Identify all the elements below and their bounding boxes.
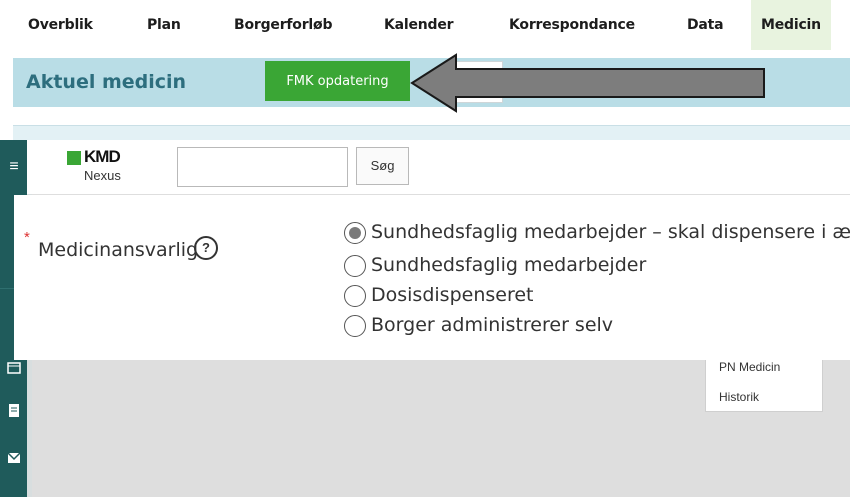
radio-icon[interactable] [344,254,366,277]
top-navigation: Overblik Plan Borgerforløb Kalender Korr… [0,0,850,50]
nexus-toolbar: KMD Nexus Søg [0,140,850,195]
nav-item-borgerforloeb[interactable]: Borgerforløb [234,0,332,50]
mail-icon[interactable] [7,452,21,467]
radio-option-citizen-self[interactable]: Borger administrerer selv [344,314,613,337]
search-input[interactable] [177,147,348,187]
nav-item-plan[interactable]: Plan [147,0,181,50]
logo-sub: Nexus [84,168,121,183]
radio-label: Sundhedsfaglig medarbejder – skal dispen… [371,221,850,243]
nav-item-kalender[interactable]: Kalender [384,0,454,50]
nav-item-overblik[interactable]: Overblik [28,0,93,50]
dropdown-item-pn-medicin[interactable]: PN Medicin [719,360,780,374]
logo-square-icon [67,151,81,165]
dropdown-item-historik[interactable]: Historik [719,390,759,404]
radio-icon[interactable] [344,314,366,337]
radio-label: Sundhedsfaglig medarbejder [371,254,647,276]
search-button[interactable]: Søg [356,147,409,185]
page-title: Aktuel medicin [26,71,187,93]
annotation-arrow-icon [410,53,765,113]
radio-label: Dosisdispenseret [371,284,534,306]
radio-option-health-worker[interactable]: Sundhedsfaglig medarbejder [344,254,646,277]
calendar-icon[interactable] [7,362,21,377]
document-icon[interactable] [7,402,21,421]
radio-selected-icon[interactable] [344,221,366,244]
radio-option-dose-dispensed[interactable]: Dosisdispenseret [344,284,533,307]
radio-option-dispense-box[interactable]: Sundhedsfaglig medarbejder – skal dispen… [344,221,850,244]
radio-label: Borger administrerer selv [371,314,614,336]
kmd-nexus-logo: KMD Nexus [67,147,157,188]
logo-brand: KMD [84,147,121,166]
required-marker: * [24,229,30,246]
nav-item-data[interactable]: Data [687,0,724,50]
help-icon[interactable]: ? [194,236,218,260]
nav-item-medicin[interactable]: Medicin [751,0,831,50]
fmk-update-button[interactable]: FMK opdatering [265,61,410,101]
menu-icon[interactable]: ≡ [7,158,21,176]
radio-icon[interactable] [344,284,366,307]
nav-item-korrespondance[interactable]: Korrespondance [509,0,635,50]
medicine-responsibility-panel: * Medicinansvarlig ? Sundhedsfaglig meda… [14,195,850,360]
field-label: Medicinansvarlig [38,239,199,261]
